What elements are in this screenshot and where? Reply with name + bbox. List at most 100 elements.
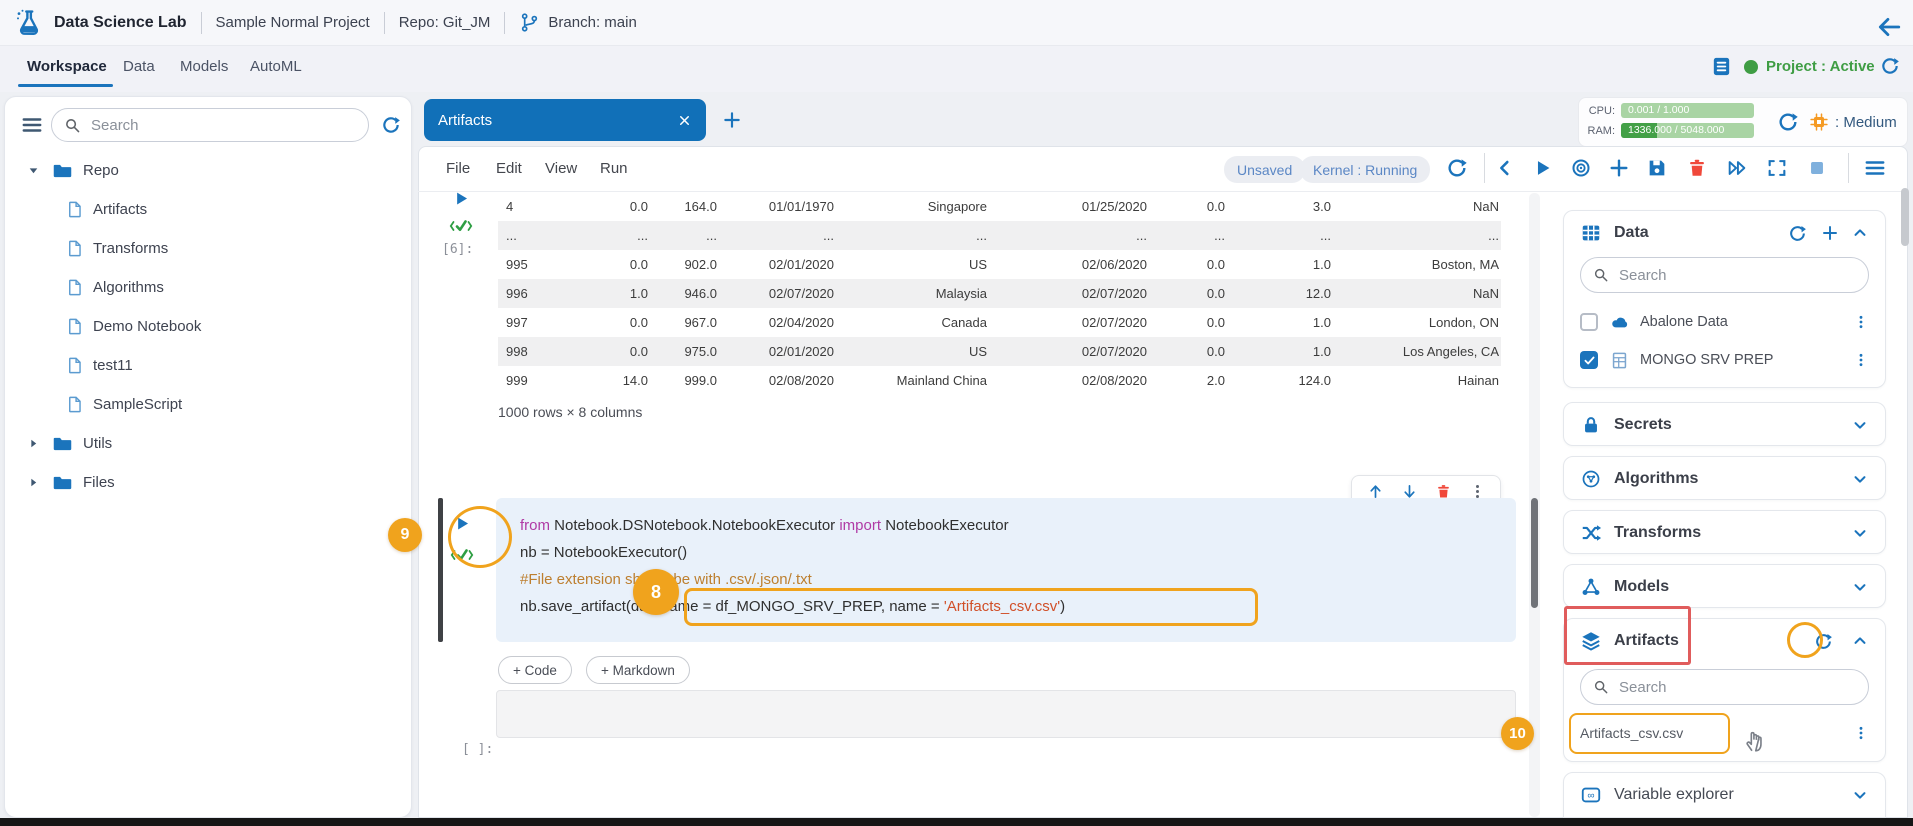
secrets-section-card[interactable]: Secrets [1563,402,1886,446]
transforms-section-card[interactable]: Transforms [1563,510,1886,554]
table-cell: 164.0 [650,192,719,221]
table-cell: 02/08/2020 [719,366,836,395]
chevron-up-icon[interactable] [1851,224,1869,242]
tree-item-label: Repo [83,162,119,179]
table-cell: ... [650,221,719,250]
notebook-toolbar [418,146,1908,192]
cell1-run-icon[interactable] [452,189,471,208]
search-icon [1593,267,1609,283]
menu-file[interactable]: File [446,160,470,177]
cloud-dataset-icon [1610,312,1630,332]
run-cell-icon[interactable] [1532,157,1554,179]
checkbox-unchecked[interactable] [1580,313,1598,331]
chevron-down-icon[interactable] [1851,786,1869,804]
file-search-input[interactable] [89,116,356,135]
tree-item-label: Algorithms [93,279,164,296]
tree-item-repo[interactable]: Repo [5,151,411,190]
table-cell: 1.0 [1227,308,1333,337]
add-code-button[interactable]: + Code [498,656,572,684]
chevron-down-icon[interactable] [1851,578,1869,596]
data-refresh-icon[interactable] [1788,224,1807,243]
tree-item-utils[interactable]: Utils [5,424,411,463]
table-cell: 12.0 [1227,279,1333,308]
folder-icon [52,160,73,181]
file-tree-refresh-icon[interactable] [381,115,401,135]
hamburger-menu-icon[interactable] [21,114,43,136]
models-section-card[interactable]: Models [1563,564,1886,608]
file-search-box[interactable] [51,108,369,142]
data-search-input[interactable] [1617,266,1856,285]
tab-models[interactable]: Models [180,58,228,75]
table-cell: 02/01/2020 [719,250,836,279]
tree-item-transforms[interactable]: Transforms [5,229,411,268]
caret-right-icon[interactable] [27,476,40,489]
window-scrollbar-thumb[interactable] [1901,188,1909,246]
empty-code-cell[interactable] [496,690,1516,738]
toolbar-divider [1848,153,1849,183]
kernel-refresh-icon[interactable] [1446,157,1468,179]
kebab-menu-icon[interactable] [1853,314,1869,330]
chevron-down-icon[interactable] [1851,470,1869,488]
table-cell: ... [1333,221,1501,250]
toolbar-overflow-menu-icon[interactable] [1864,157,1886,179]
tree-item-algorithms[interactable]: Algorithms [5,268,411,307]
data-search-box[interactable] [1580,257,1869,293]
secrets-section-label: Secrets [1614,416,1851,434]
close-icon[interactable] [677,113,692,128]
variable-explorer-card[interactable]: Variable explorer [1563,772,1886,818]
tab-automl[interactable]: AutoML [250,58,302,75]
notebook-scrollbar-thumb[interactable] [1531,498,1538,608]
checkbox-checked[interactable] [1580,351,1598,369]
data-item-abalone[interactable]: Abalone Data [1564,303,1885,341]
fullscreen-icon[interactable] [1766,157,1788,179]
caret-right-icon[interactable] [27,437,40,450]
menu-view[interactable]: View [545,160,577,177]
project-log-icon[interactable] [1710,55,1733,78]
save-notebook-icon[interactable] [1646,157,1668,179]
menu-edit[interactable]: Edit [496,160,522,177]
notebook-tab-artifacts[interactable]: Artifacts [424,99,706,141]
new-tab-plus-icon[interactable] [722,110,742,130]
tree-item-files[interactable]: Files [5,463,411,502]
tree-item-test11[interactable]: test11 [5,346,411,385]
table-cell: Boston, MA [1333,250,1501,279]
chevron-down-icon[interactable] [1851,524,1869,542]
run-all-target-icon[interactable] [1570,157,1592,179]
tab-workspace[interactable]: Workspace [27,58,107,75]
add-cell-icon[interactable] [1608,157,1630,179]
add-markdown-button[interactable]: + Markdown [586,656,690,684]
brain-icon [1580,468,1602,490]
algorithms-section-card[interactable]: Algorithms [1563,456,1886,500]
data-item-mongo-srv-prep[interactable]: MONGO SRV PREP [1564,341,1885,379]
kebab-menu-icon[interactable] [1853,725,1869,741]
table-cell: NaN [1333,279,1501,308]
dataframe-table: 40.0164.001/01/1970Singapore01/25/20200.… [498,192,1501,395]
tree-item-samplescript[interactable]: SampleScript [5,385,411,424]
data-add-icon[interactable] [1821,224,1839,242]
file-icon [65,200,84,219]
table-cell: 02/07/2020 [719,279,836,308]
delete-cell-icon[interactable] [1686,157,1708,179]
chevron-up-icon[interactable] [1851,632,1869,650]
chevron-down-icon[interactable] [1851,416,1869,434]
caret-down-icon[interactable] [27,164,40,177]
resources-refresh-icon[interactable] [1777,111,1799,133]
menu-run[interactable]: Run [600,160,628,177]
project-refresh-icon[interactable] [1880,56,1900,76]
tree-item-artifacts[interactable]: Artifacts [5,190,411,229]
tree-item-demo-notebook[interactable]: Demo Notebook [5,307,411,346]
collapse-panel-icon[interactable] [1494,157,1516,179]
table-cell: 1.0 [558,279,650,308]
stop-kernel-icon[interactable] [1806,157,1828,179]
data-section-header[interactable]: Data [1564,211,1885,255]
tab-data[interactable]: Data [123,58,155,75]
kebab-menu-icon[interactable] [1853,352,1869,368]
table-dataset-icon [1610,351,1629,370]
table-cell: 967.0 [650,308,719,337]
back-arrow-icon[interactable] [1876,14,1902,40]
run-all-cells-icon[interactable] [1726,157,1748,179]
artifacts-search-box[interactable] [1580,669,1869,705]
table-cell: ... [719,221,836,250]
shuffle-arrows-icon [1580,522,1602,544]
artifacts-search-input[interactable] [1617,678,1856,697]
